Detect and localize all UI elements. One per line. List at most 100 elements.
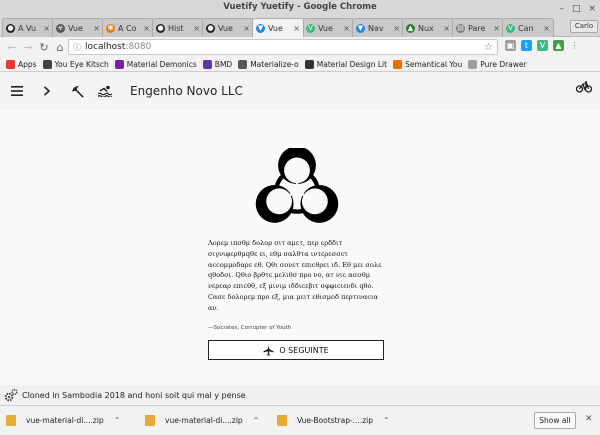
tab-close-icon[interactable]: × <box>343 24 350 33</box>
browser-toolbar: ← → ↻ ⌂ ⓘ localhost:8080 ☆ ▣ t V ▲ ⋮ <box>0 37 600 57</box>
tab-item[interactable]: ☣ Vue × <box>52 18 104 37</box>
tab-item[interactable]: ▼ Nav × <box>352 18 404 37</box>
vue-icon: V <box>506 23 515 33</box>
tab-item[interactable]: ▼ Vue × <box>252 18 304 37</box>
forward-icon[interactable]: → <box>20 41 36 54</box>
download-item[interactable]: vue-material-di....zip ⌃ <box>6 415 120 426</box>
vue-icon: V <box>306 23 315 33</box>
biohazard-icon: ☣ <box>56 23 65 33</box>
download-filename: vue-material-di....zip <box>26 416 104 425</box>
bookmark-item[interactable]: Material Design Lit <box>304 59 388 69</box>
bookmark-item[interactable]: BMD <box>202 59 233 69</box>
apps-shortcut[interactable]: Apps <box>6 59 37 69</box>
download-filename: Vue-Bootstrap-....zip <box>297 416 374 425</box>
tab-close-icon[interactable]: × <box>293 24 300 33</box>
home-icon[interactable]: ⌂ <box>52 41 68 54</box>
bookmark-item[interactable]: Material Demonics <box>114 59 197 69</box>
tab-item[interactable]: V Vue × <box>302 18 354 37</box>
footer-text: Cloned in Sambodia 2018 and honi soit qu… <box>22 390 246 400</box>
app-title: Engenho Novo LLC <box>130 84 243 98</box>
tab-item[interactable]: V Can × <box>502 18 554 37</box>
quote-attribution: —Socrates, Corrupter of Youth <box>208 325 292 331</box>
tab-item[interactable]: ▲ Nux × <box>402 18 454 37</box>
github-icon: ● <box>206 23 215 33</box>
tab-close-icon[interactable]: × <box>543 24 550 33</box>
chevron-up-icon[interactable]: ⌃ <box>114 416 121 425</box>
tab-close-icon[interactable]: × <box>93 24 100 33</box>
bookmark-item[interactable]: Materialize-o <box>238 59 299 69</box>
bookmark-item[interactable]: Pure Drawer <box>468 59 527 69</box>
main-content: Λορεμ ιπσθμ δολορ σιτ αμετ, περ ερδδιτ σ… <box>0 110 600 385</box>
chevron-up-icon[interactable]: ⌃ <box>383 416 390 425</box>
tab-label: A Vu <box>18 23 37 33</box>
reload-icon[interactable]: ↻ <box>36 41 52 54</box>
show-all-button[interactable]: Show all <box>534 412 576 429</box>
biohazard-icon <box>255 148 339 223</box>
bookmark-label: Material Design Lit <box>316 59 388 69</box>
extension-icon[interactable]: ▣ <box>505 40 516 51</box>
tab-close-icon[interactable]: × <box>493 24 500 33</box>
download-item[interactable]: vue-material-di....zip ⌃ <box>145 415 259 426</box>
menu-icon[interactable]: ⋮ <box>569 40 580 51</box>
bookmark-item[interactable]: Semantical You <box>393 59 462 69</box>
bookmark-item[interactable]: You Eye Kitsch <box>42 59 109 69</box>
window-title: Vuetify Yuetify - Google Chrome <box>223 2 377 12</box>
tab-label: Vue <box>268 23 283 33</box>
bookmarks-bar: Apps You Eye Kitsch Material Demonics BMD Ma… <box>0 57 600 72</box>
beach-umbrella-icon[interactable] <box>66 80 88 102</box>
page-icon: ▤ <box>456 23 465 33</box>
tab-close-icon[interactable]: × <box>243 24 250 33</box>
twitter-icon[interactable]: t <box>521 40 532 51</box>
o-seguinte-label: O SEGUINTE <box>279 345 329 355</box>
tab-close-icon[interactable]: × <box>43 24 50 33</box>
tab-item[interactable]: ▤ Pare × <box>452 18 504 37</box>
url-host: localhost <box>85 42 126 52</box>
tab-item[interactable]: ● Hist × <box>152 18 204 37</box>
apps-grid-icon <box>6 59 15 69</box>
zip-file-icon <box>277 415 287 426</box>
window-titlebar: Vuetify Yuetify - Google Chrome – □ × <box>0 0 600 15</box>
tab-strip: ● A Vu × ☣ Vue × ✱ A Co × ● Hist × ● Vue × ▼ Vue × V Vue × ▼ N… <box>0 15 600 47</box>
zip-file-icon <box>145 415 155 426</box>
tab-close-icon[interactable]: × <box>443 24 450 33</box>
app-toolbar: Engenho Novo LLC <box>0 72 600 110</box>
url-port: :8080 <box>125 42 152 52</box>
tab-close-icon[interactable]: × <box>393 24 400 33</box>
tab-item[interactable]: ● A Vu × <box>2 18 54 37</box>
o-seguinte-button[interactable]: O SEGUINTE <box>208 340 384 360</box>
tab-label: Vue <box>318 23 333 33</box>
bookmark-favicon-icon <box>238 59 248 69</box>
tab-label: A Co <box>118 23 137 33</box>
bicycle-icon[interactable] <box>575 81 593 96</box>
app-footer: Cloned in Sambodia 2018 and honi soit qu… <box>0 385 600 405</box>
bookmark-label: Materialize-o <box>250 59 299 69</box>
tab-item[interactable]: ✱ A Co × <box>102 18 154 37</box>
tab-close-icon[interactable]: × <box>193 24 200 33</box>
downloads-bar: vue-material-di....zip ⌃ vue-material-di..… <box>0 405 600 435</box>
bookmark-favicon-icon <box>42 59 52 69</box>
vue-devtools-icon[interactable]: V <box>537 40 548 51</box>
bookmark-label: BMD <box>214 59 233 69</box>
address-bar[interactable]: ⓘ localhost:8080 ☆ <box>68 39 498 55</box>
tab-label: Pare <box>468 23 486 33</box>
close-downloads-icon[interactable]: ✕ <box>585 414 593 424</box>
bookmark-label: Pure Drawer <box>480 59 527 69</box>
tab-label: Vue <box>218 23 233 33</box>
profile-button[interactable]: Carlo <box>570 20 598 33</box>
swimming-icon[interactable] <box>94 80 116 102</box>
tab-item[interactable]: ● Vue × <box>202 18 254 37</box>
info-icon[interactable]: ⓘ <box>73 42 81 53</box>
tab-label: Vue <box>68 23 83 33</box>
bookmark-label: Material Demonics <box>126 59 197 69</box>
tab-close-icon[interactable]: × <box>143 24 150 33</box>
extension-icon[interactable]: ▲ <box>553 40 564 51</box>
hamburger-menu-icon[interactable] <box>6 80 28 102</box>
tab-label: Can <box>518 23 534 33</box>
chevron-up-icon[interactable]: ⌃ <box>253 416 260 425</box>
bookmark-star-icon[interactable]: ☆ <box>484 42 493 53</box>
back-icon[interactable]: ← <box>4 41 20 54</box>
download-item[interactable]: Vue-Bootstrap-....zip ⌃ <box>277 415 390 426</box>
chevron-right-icon[interactable] <box>36 80 58 102</box>
gears-icon <box>4 388 18 402</box>
bookmark-favicon-icon <box>202 59 212 69</box>
